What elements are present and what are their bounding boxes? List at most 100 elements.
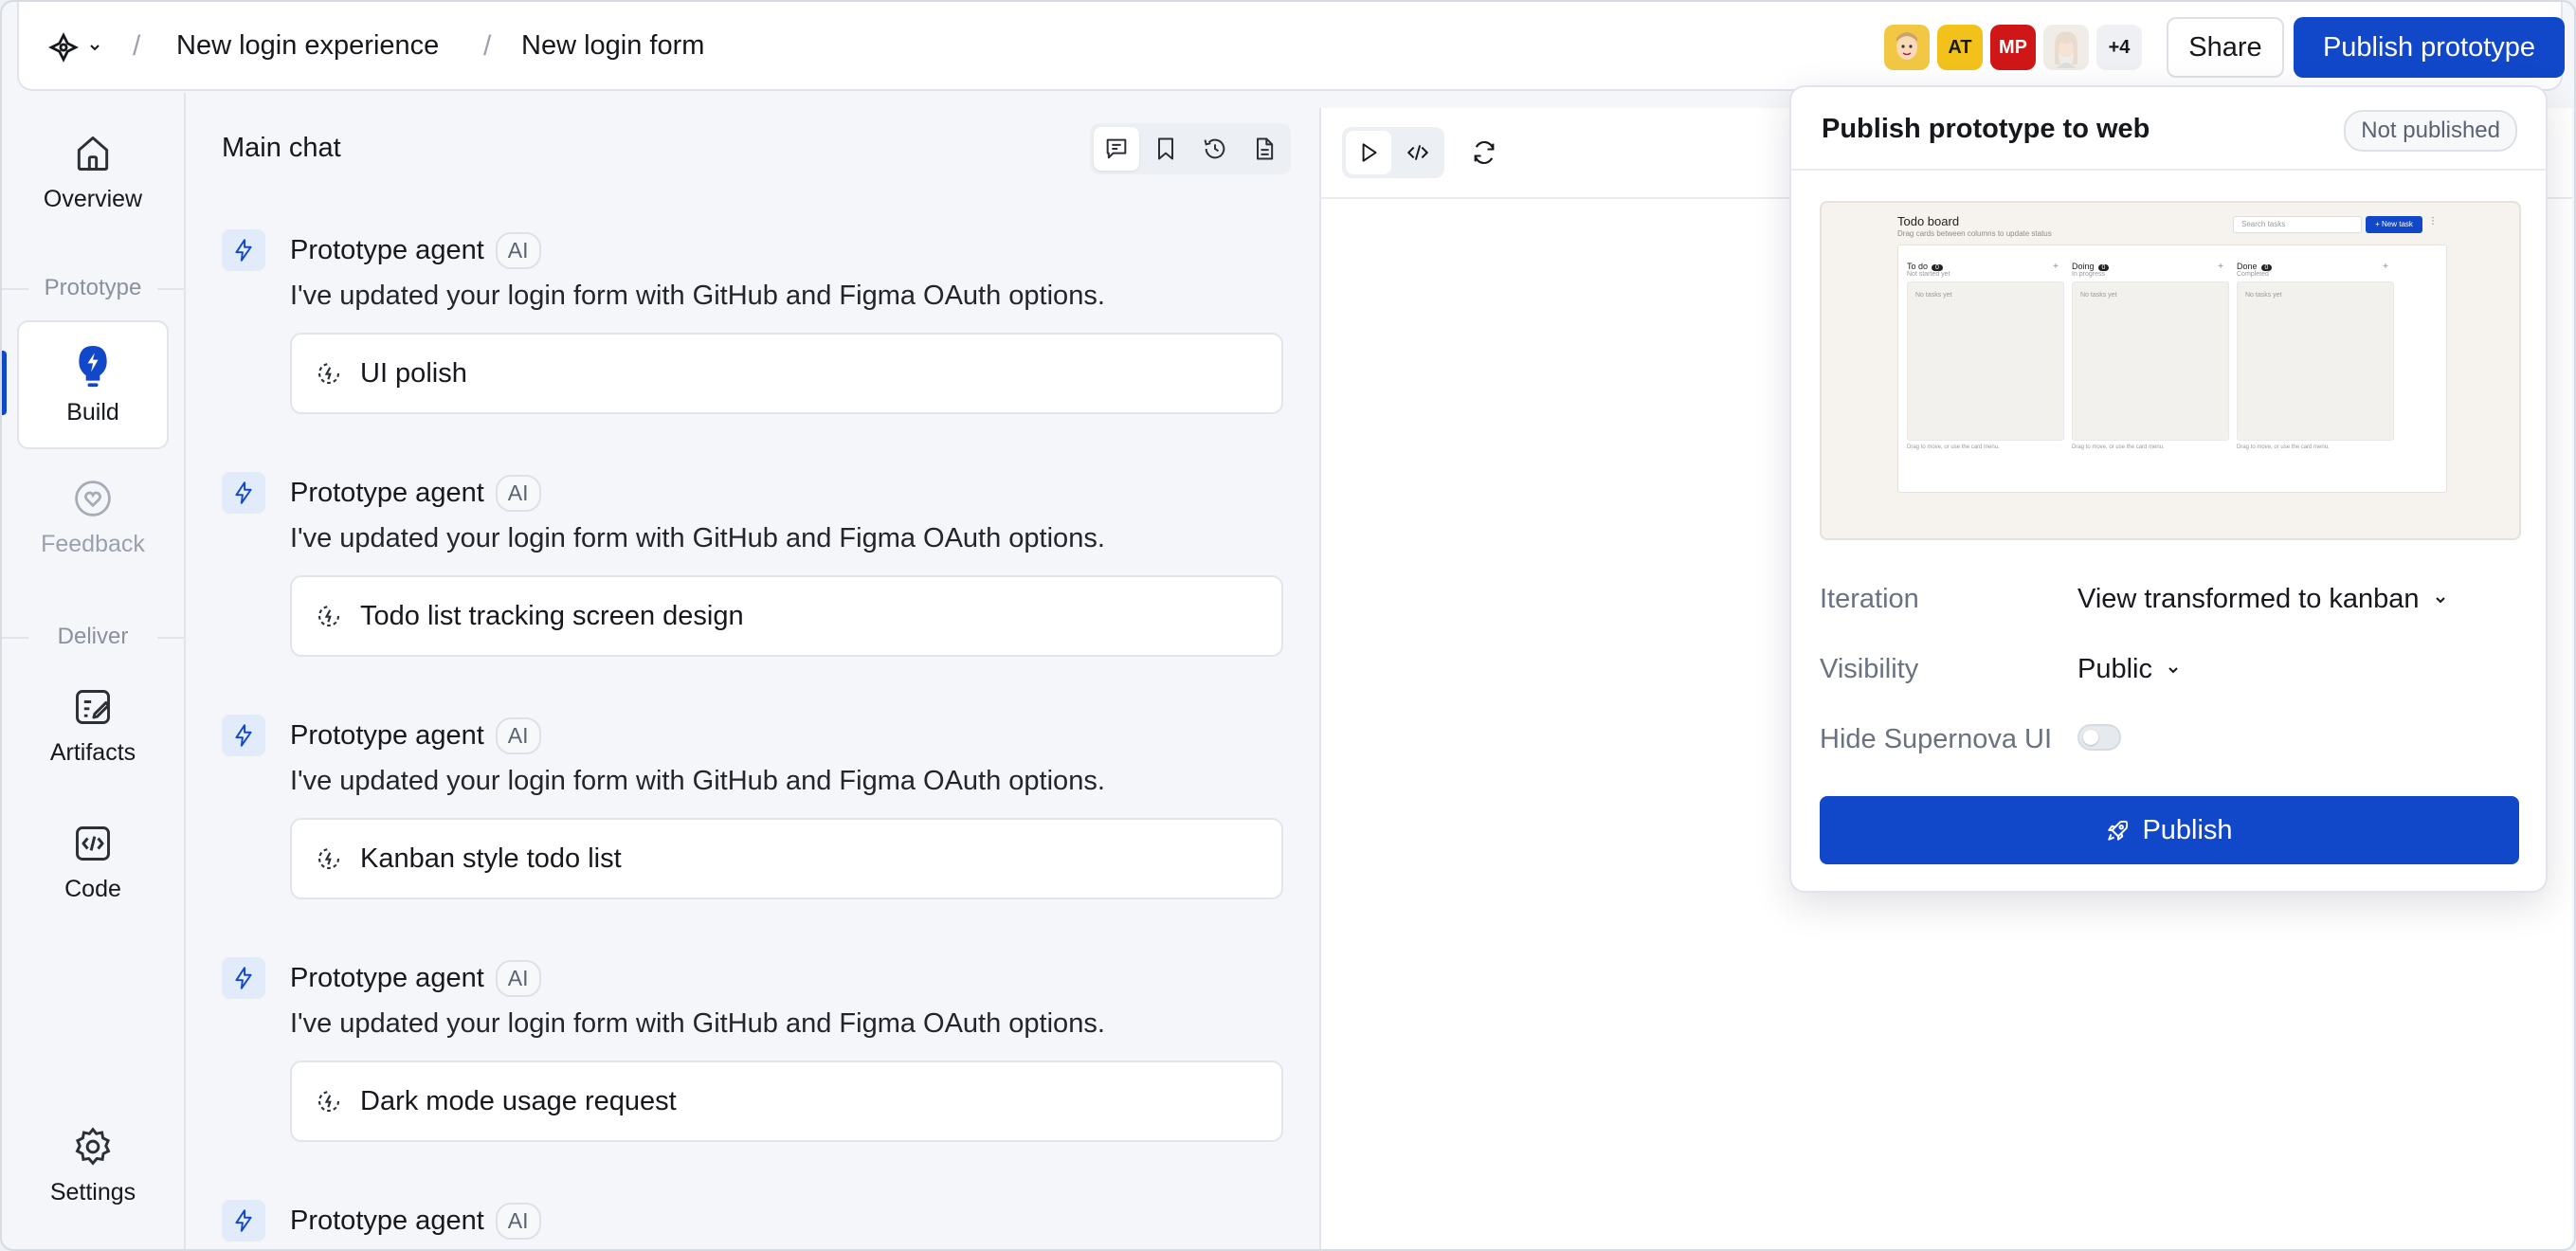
breadcrumb-page[interactable]: New login form: [521, 30, 704, 62]
message-text: I've updated your login form with GitHub…: [290, 523, 1105, 553]
thumbnail-column: To do 0 Not started yet + No tasks yet Dr…: [1907, 262, 2064, 450]
agent-name: Prototype agent: [290, 719, 484, 751]
status-badge: Not published: [2344, 110, 2517, 152]
rocket-icon: [2108, 820, 2129, 841]
publish-button[interactable]: Publish: [1820, 796, 2519, 864]
iteration-select[interactable]: View transformed to kanban: [2077, 584, 2448, 615]
history-icon: [1204, 138, 1225, 159]
agent-name: Prototype agent: [290, 1205, 484, 1236]
document-icon: [1257, 137, 1274, 160]
message-text: I've updated your login form with GitHub…: [290, 766, 1105, 796]
iteration-icon: [317, 362, 340, 385]
iteration-label: Iteration: [1820, 584, 1919, 614]
ai-badge: AI: [495, 231, 541, 269]
sidebar-item-artifacts[interactable]: Artifacts: [17, 684, 169, 767]
gear-icon: [70, 1124, 116, 1169]
chat-bubble-icon: [1106, 138, 1127, 159]
refresh-button[interactable]: [1461, 131, 1507, 174]
agent-name: Prototype agent: [290, 962, 484, 993]
thumbnail-more-icon: ⋮: [2428, 216, 2438, 227]
publish-popover: Publish prototype to web Not published T…: [1789, 85, 2548, 893]
ai-badge: AI: [495, 1202, 541, 1240]
workspace-menu-button[interactable]: [47, 28, 119, 66]
sidebar-item-settings[interactable]: Settings: [17, 1124, 169, 1206]
publish-prototype-button[interactable]: Publish prototype: [2294, 17, 2565, 78]
memoji-avatar-icon: [1896, 32, 1917, 60]
column-hint: Drag to move, or use the card menu.: [2237, 444, 2330, 450]
agent-bolt-icon: [222, 715, 265, 756]
more-collaborators-badge[interactable]: +4: [2096, 25, 2142, 70]
avatar[interactable]: [1884, 25, 1930, 70]
avatar[interactable]: [2043, 25, 2089, 70]
chevron-down-icon: [2168, 666, 2178, 673]
sidebar-item-label: Feedback: [41, 531, 145, 557]
chat-toolbar: [1090, 123, 1291, 174]
code-mode-button[interactable]: [1395, 131, 1441, 174]
top-bar: / New login experience / New login form …: [17, 2, 2565, 91]
chat-message: Prototype agent AI I've updated your log…: [222, 472, 1283, 657]
chat-message: Prototype agent AI I've updated your log…: [222, 957, 1283, 1142]
sidebar-item-feedback[interactable]: Feedback: [17, 476, 169, 558]
sidebar-item-label: Settings: [49, 1179, 136, 1206]
iteration-card[interactable]: Todo list tracking screen design: [290, 575, 1283, 657]
breadcrumb-project[interactable]: New login experience: [176, 30, 439, 62]
popover-header: Publish prototype to web Not published: [1791, 87, 2546, 171]
preview-mode-button[interactable]: [1346, 131, 1391, 174]
iteration-card-label: Todo list tracking screen design: [360, 600, 744, 631]
avatar[interactable]: MP: [1990, 25, 2036, 70]
iteration-icon: [317, 1090, 340, 1113]
refresh-icon: [1474, 141, 1495, 164]
ai-badge: AI: [495, 959, 541, 997]
sidebar-item-label: Artifacts: [49, 739, 136, 766]
code-icon: [70, 821, 116, 866]
avatar[interactable]: AT: [1937, 25, 1983, 70]
chat-message: Prototype agent AI: [222, 1200, 1283, 1242]
iteration-card-label: Dark mode usage request: [360, 1085, 677, 1116]
column-name: To do: [1907, 262, 1929, 271]
column-name: Done: [2237, 262, 2258, 271]
bookmarks-tab-button[interactable]: [1143, 127, 1188, 171]
sidebar-section-prototype: Prototype: [2, 275, 184, 301]
sidebar: Overview Prototype Build Feedback Delive…: [2, 93, 184, 1249]
prototype-thumbnail: Todo board Drag cards between columns to…: [1820, 201, 2521, 540]
visibility-label: Visibility: [1820, 654, 1919, 684]
column-name: Doing: [2072, 262, 2095, 271]
sidebar-item-build[interactable]: Build: [17, 320, 169, 449]
app-frame: / New login experience / New login form …: [0, 0, 2576, 1251]
thumbnail-column: Doing 0 In progress + No tasks yet Drag t…: [2072, 262, 2229, 450]
share-button[interactable]: Share: [2167, 17, 2284, 78]
column-sub: Completed: [2237, 271, 2269, 278]
docs-tab-button[interactable]: [1242, 127, 1287, 171]
sidebar-item-overview[interactable]: Overview: [17, 131, 169, 213]
artifacts-icon: [70, 684, 116, 730]
sidebar-item-label: Code: [64, 876, 121, 902]
ai-badge: AI: [495, 474, 541, 512]
thumbnail-column: Done 0 Completed + No tasks yet Drag to m…: [2237, 262, 2394, 450]
sidebar-item-code[interactable]: Code: [17, 821, 169, 903]
chat-message: Prototype agent AI I've updated your log…: [222, 715, 1283, 899]
iteration-card[interactable]: Dark mode usage request: [290, 1061, 1283, 1142]
hide-ui-toggle[interactable]: [2077, 724, 2121, 751]
iteration-value: View transformed to kanban: [2077, 584, 2420, 614]
iteration-card-label: UI polish: [360, 357, 467, 389]
column-sub: In progress: [2072, 271, 2106, 278]
agent-bolt-icon: [222, 472, 265, 514]
collaborator-avatars: AT MP +4: [1884, 25, 2142, 70]
play-icon: [1362, 143, 1377, 162]
chevron-down-icon: [2435, 596, 2445, 603]
iteration-card[interactable]: Kanban style todo list: [290, 818, 1283, 899]
column-hint: Drag to move, or use the card menu.: [1907, 444, 2000, 450]
visibility-select[interactable]: Public: [2077, 654, 2181, 685]
message-text: I've updated your login form with GitHub…: [290, 1008, 1105, 1039]
code-brackets-icon: [1406, 145, 1429, 160]
chat-tab-button[interactable]: [1094, 127, 1139, 171]
column-empty: No tasks yet: [2072, 281, 2229, 441]
column-hint: Drag to move, or use the card menu.: [2072, 444, 2165, 450]
history-tab-button[interactable]: [1192, 127, 1238, 171]
iteration-card[interactable]: UI polish: [290, 333, 1283, 414]
thumbnail-subtitle: Drag cards between columns to update sta…: [1897, 229, 2052, 238]
thumbnail-title: Todo board: [1897, 214, 1960, 228]
ai-badge: AI: [495, 716, 541, 754]
active-indicator: [2, 351, 7, 415]
breadcrumb-separator: /: [133, 30, 141, 62]
